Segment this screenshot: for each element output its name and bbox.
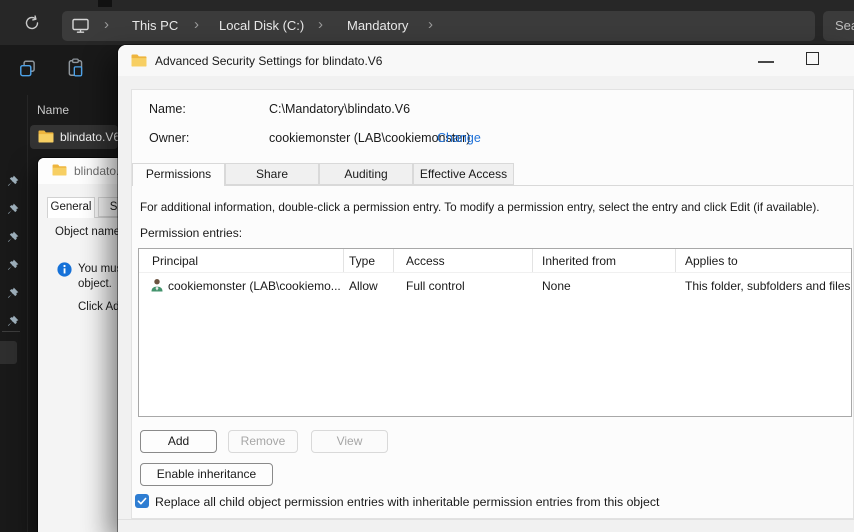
info-text-line1: You mus <box>78 263 119 275</box>
col-header-access[interactable]: Access <box>406 254 445 268</box>
file-name: blindato.V6 <box>60 130 121 144</box>
replace-permissions-label[interactable]: Replace all child object permission entr… <box>155 495 659 509</box>
pin-icon <box>6 259 19 272</box>
maximize-button[interactable] <box>806 52 819 65</box>
replace-permissions-checkbox[interactable] <box>135 494 149 508</box>
tab-permissions[interactable]: Permissions <box>132 163 225 186</box>
file-row-selected[interactable]: blindato.V6 <box>30 125 121 149</box>
explorer-toolbar: › This PC › Local Disk (C:) › Mandatory … <box>0 0 854 45</box>
copy-icon[interactable] <box>18 59 38 84</box>
breadcrumb-mandatory[interactable]: Mandatory <box>347 18 408 33</box>
view-button[interactable]: View <box>311 430 388 453</box>
column-separator[interactable] <box>343 249 344 272</box>
add-button[interactable]: Add <box>140 430 217 453</box>
user-avatar-icon <box>150 278 164 297</box>
pin-icon <box>6 203 19 216</box>
name-label: Name: <box>149 102 186 116</box>
nav-section-divider <box>2 331 20 332</box>
breadcrumb-chevron-icon[interactable]: › <box>194 16 199 33</box>
breadcrumb-chevron-icon[interactable]: › <box>318 16 323 33</box>
footer-divider <box>118 519 854 520</box>
object-name-label: Object name: <box>55 226 119 238</box>
breadcrumb-this-pc[interactable]: This PC <box>132 18 178 33</box>
enable-inheritance-button[interactable]: Enable inheritance <box>140 463 273 486</box>
remove-button[interactable]: Remove <box>228 430 298 453</box>
cell-type: Allow <box>349 279 378 293</box>
cell-access: Full control <box>406 279 465 293</box>
header-divider <box>139 272 851 273</box>
window-tab-edge <box>98 0 112 7</box>
folder-icon <box>38 130 54 148</box>
info-text-line2: object. <box>78 278 112 290</box>
col-header-inherited-from[interactable]: Inherited from <box>542 254 616 268</box>
pin-icon <box>6 175 19 188</box>
minimize-button[interactable] <box>758 61 774 63</box>
info-text-line3: Click Ad <box>78 301 119 313</box>
cell-inherited-from: None <box>542 279 571 293</box>
info-icon <box>57 262 72 280</box>
column-header-name[interactable]: Name <box>37 103 69 117</box>
folder-properties-dialog: blindato.V General Sha Object name: You … <box>38 158 119 532</box>
col-header-principal[interactable]: Principal <box>152 254 198 268</box>
paste-icon[interactable] <box>66 58 86 83</box>
advanced-security-settings-dialog: Advanced Security Settings for blindato.… <box>118 45 854 532</box>
tab-share[interactable]: Share <box>225 163 319 185</box>
search-input[interactable]: Sea <box>823 11 854 41</box>
search-placeholder: Sea <box>835 18 854 33</box>
dialog-content-panel: Name: C:\Mandatory\blindato.V6 Owner: co… <box>131 89 854 519</box>
folder-icon <box>52 164 67 179</box>
instruction-text: For additional information, double-click… <box>140 201 820 214</box>
cell-applies-to: This folder, subfolders and files <box>685 279 851 293</box>
refresh-icon[interactable] <box>24 15 40 36</box>
dialog-title: Advanced Security Settings for blindato.… <box>155 54 383 68</box>
breadcrumb-local-disk[interactable]: Local Disk (C:) <box>219 18 304 33</box>
tab-auditing[interactable]: Auditing <box>319 163 413 185</box>
name-value: C:\Mandatory\blindato.V6 <box>269 102 411 116</box>
tab-sharing[interactable]: Sha <box>98 197 119 217</box>
owner-label: Owner: <box>149 131 190 145</box>
nav-item-highlight[interactable] <box>0 341 17 364</box>
nav-pane-divider <box>27 95 28 532</box>
breadcrumb-chevron-icon[interactable]: › <box>428 16 433 33</box>
permission-entries-table: Principal Type Access Inherited from App… <box>138 248 852 417</box>
folder-icon <box>131 54 147 72</box>
change-owner-link[interactable]: Change <box>437 131 481 145</box>
breadcrumb-chevron-icon[interactable]: › <box>104 16 109 33</box>
cell-principal: cookiemonster (LAB\cookiemo... <box>168 279 341 293</box>
column-separator[interactable] <box>675 249 676 272</box>
tab-divider <box>132 185 853 186</box>
pin-icon <box>6 315 19 328</box>
dialog-titlebar: Advanced Security Settings for blindato.… <box>118 45 854 76</box>
address-bar[interactable]: › This PC › Local Disk (C:) › Mandatory … <box>62 11 815 41</box>
col-header-type[interactable]: Type <box>349 254 375 268</box>
tab-general[interactable]: General <box>47 197 95 218</box>
pin-icon <box>6 287 19 300</box>
this-pc-monitor-icon <box>72 18 89 39</box>
col-header-applies-to[interactable]: Applies to <box>685 254 738 268</box>
column-separator[interactable] <box>532 249 533 272</box>
column-separator[interactable] <box>393 249 394 272</box>
pin-icon <box>6 231 19 244</box>
permission-entries-label: Permission entries: <box>140 226 243 240</box>
properties-title: blindato.V <box>74 164 119 178</box>
check-icon <box>137 497 147 505</box>
properties-titlebar: blindato.V <box>38 158 119 184</box>
tab-effective-access[interactable]: Effective Access <box>413 163 514 185</box>
